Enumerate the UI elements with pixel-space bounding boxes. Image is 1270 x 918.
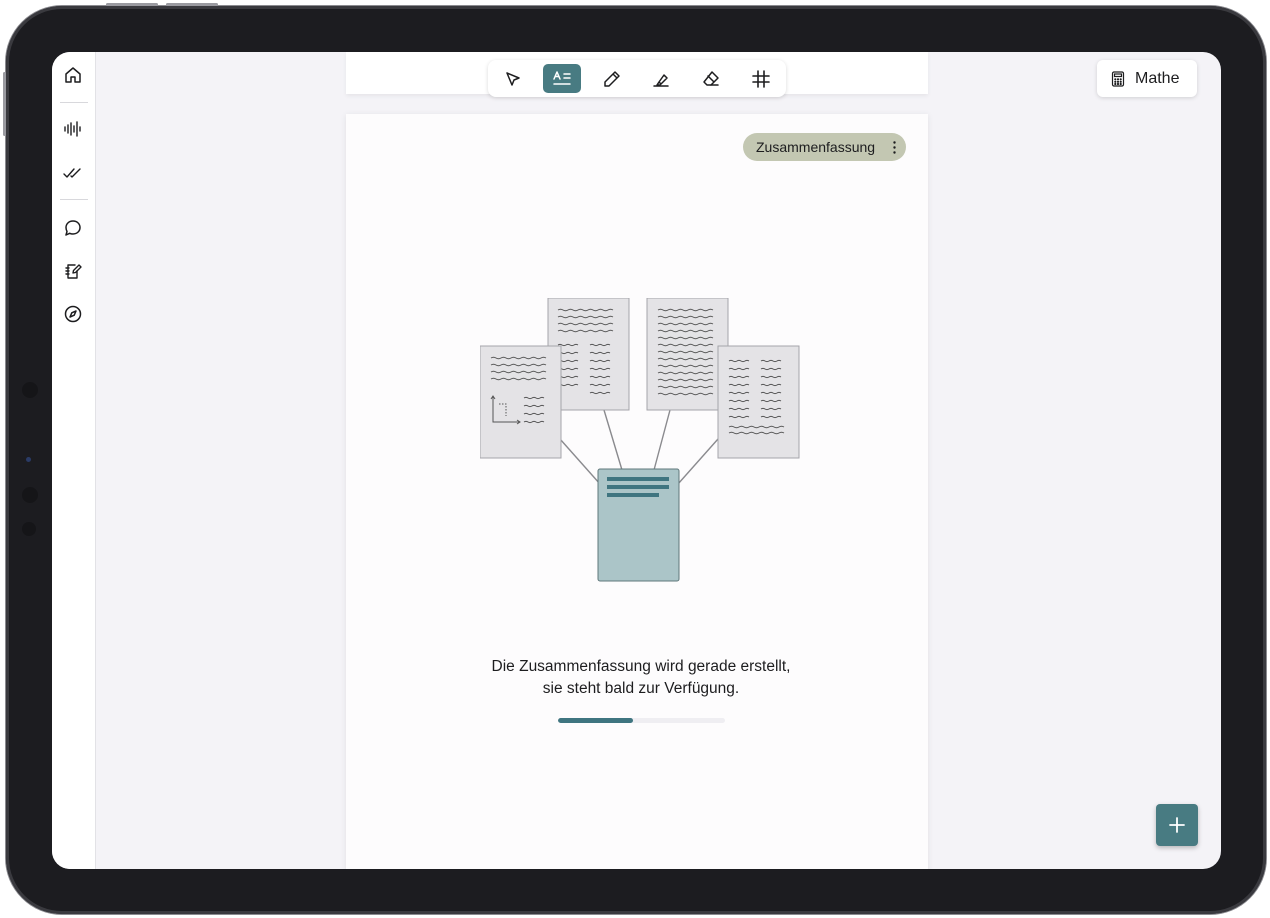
text-tool-button[interactable] [543,64,581,93]
progress-fill [558,718,634,723]
bezel-sensor [22,487,38,503]
status-line-1: Die Zusammenfassung wird gerade erstellt… [491,658,791,675]
add-button[interactable] [1156,804,1198,846]
highlighter-tool-button[interactable] [642,64,680,93]
bezel-sensor [22,522,36,536]
sidebar-divider [60,199,88,200]
pointer-arrow-icon [506,71,520,86]
volume-button [106,3,158,6]
status-line-2: sie steht bald zur Verfügung. [542,680,740,697]
volume-button [166,3,218,6]
highlighter-icon [653,73,669,87]
chat-bubble-icon[interactable] [63,218,83,238]
bezel-sensor [22,382,38,398]
source-document [717,345,800,459]
power-button [3,72,6,136]
drawing-toolbar [488,60,786,97]
summary-document [597,468,680,582]
app-screen: Mathe Zusammenfassung Die Zusammenfassun… [52,52,1221,869]
summary-tag[interactable]: Zusammenfassung [743,133,906,161]
generation-progress-bar [558,718,725,723]
eraser-icon [703,70,719,86]
source-document [480,345,562,459]
double-check-icon[interactable] [63,163,83,183]
summary-tag-label: Zusammenfassung [756,139,876,155]
subject-label: Mathe [1135,69,1180,87]
summary-illustration [480,298,800,582]
notebook-page: Zusammenfassung Die Zusammenfassung wird… [346,114,928,869]
sidebar-divider [60,102,88,103]
compass-icon[interactable] [63,304,83,324]
plus-icon [1169,817,1185,833]
eraser-tool-button[interactable] [692,64,730,93]
home-icon[interactable] [63,65,83,85]
source-document [646,298,729,411]
grid-hash-icon [752,69,770,88]
pointer-tool-button[interactable] [494,64,532,93]
front-camera [26,457,31,462]
sidebar [52,52,96,869]
subject-button[interactable]: Mathe [1097,60,1197,97]
audio-waveform-icon[interactable] [63,119,83,139]
pen-icon [604,70,620,87]
notebook-edit-icon[interactable] [63,261,83,281]
more-options-icon[interactable] [893,141,896,154]
calculator-icon [1111,70,1125,87]
pen-tool-button[interactable] [593,64,631,93]
text-tool-icon [553,70,571,85]
grid-tool-button[interactable] [742,64,780,93]
generation-status-message: Die Zusammenfassung wird gerade erstellt… [396,656,886,700]
